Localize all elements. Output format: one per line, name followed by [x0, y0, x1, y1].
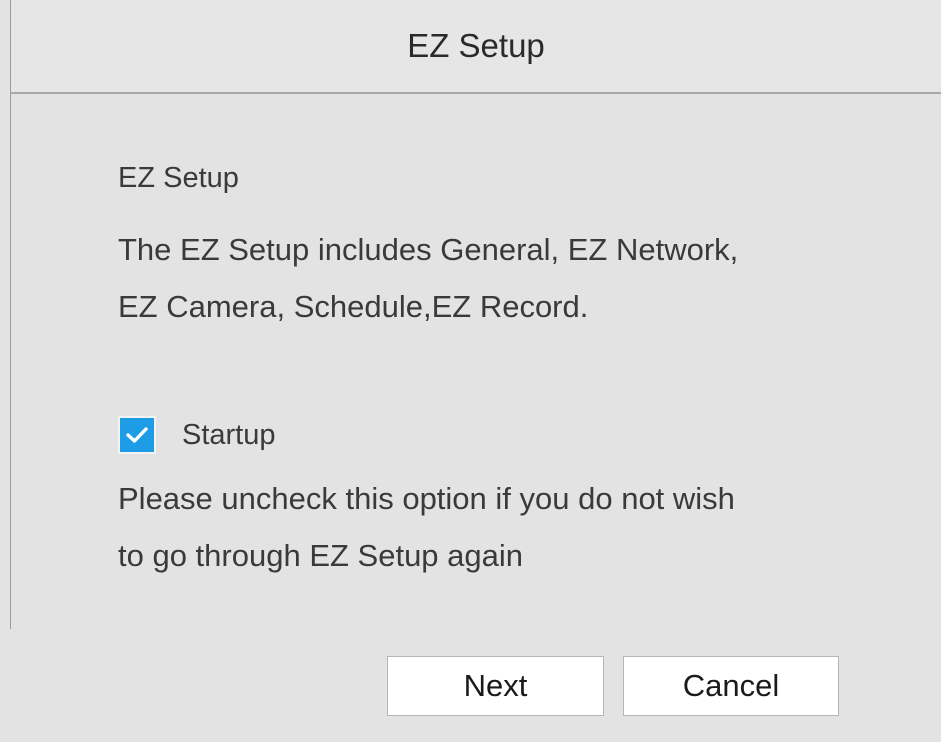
checkmark-icon [126, 427, 148, 443]
section-heading: EZ Setup [118, 162, 239, 194]
startup-option[interactable]: Startup [118, 415, 276, 455]
description-line: EZ Camera, Schedule,EZ Record. [118, 289, 589, 324]
cancel-button[interactable]: Cancel [623, 656, 839, 716]
note-line: to go through EZ Setup again [118, 538, 524, 573]
ez-setup-dialog: EZ Setup EZ Setup The EZ Setup includes … [0, 0, 941, 742]
startup-note: Please uncheck this option if you do not… [118, 470, 918, 584]
startup-label: Startup [182, 418, 276, 451]
dialog-titlebar: EZ Setup [10, 0, 941, 94]
description-line: The EZ Setup includes General, EZ Networ… [118, 232, 739, 267]
dialog-title: EZ Setup [407, 27, 545, 64]
startup-checkbox[interactable] [118, 416, 156, 454]
dialog-left-border [10, 94, 11, 629]
next-button[interactable]: Next [387, 656, 604, 716]
setup-description: The EZ Setup includes General, EZ Networ… [118, 221, 908, 335]
note-line: Please uncheck this option if you do not… [118, 481, 735, 516]
